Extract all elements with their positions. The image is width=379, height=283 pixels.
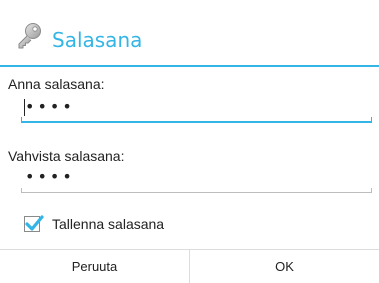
- dialog-title: Salasana: [52, 28, 143, 52]
- password-underline: [21, 121, 372, 123]
- confirm-underline-right-tick: [371, 188, 372, 193]
- dialog-title-bar: Salasana: [0, 0, 379, 67]
- confirm-password-underline: [21, 192, 372, 193]
- checkmark-icon: [25, 215, 44, 231]
- password-underline-right-tick: [371, 117, 372, 123]
- confirm-password-value: ••••: [25, 167, 75, 186]
- save-password-label: Tallenna salasana: [52, 216, 165, 232]
- dialog-button-bar: Peruuta OK: [0, 249, 379, 283]
- password-label: Anna salasana:: [8, 76, 105, 92]
- password-field[interactable]: ••••: [21, 97, 372, 123]
- password-underline-left-tick: [21, 117, 22, 123]
- confirm-underline-left-tick: [21, 188, 22, 193]
- password-dialog: Salasana Anna salasana: •••• Vahvista sa…: [0, 0, 379, 283]
- confirm-password-label: Vahvista salasana:: [8, 148, 125, 164]
- save-password-row[interactable]: Tallenna salasana: [24, 215, 164, 233]
- save-password-checkbox[interactable]: [24, 215, 44, 232]
- key-icon: [16, 22, 42, 50]
- ok-button[interactable]: OK: [189, 250, 379, 283]
- confirm-password-field[interactable]: ••••: [21, 167, 372, 193]
- password-value: ••••: [25, 97, 75, 116]
- cancel-button[interactable]: Peruuta: [0, 250, 189, 283]
